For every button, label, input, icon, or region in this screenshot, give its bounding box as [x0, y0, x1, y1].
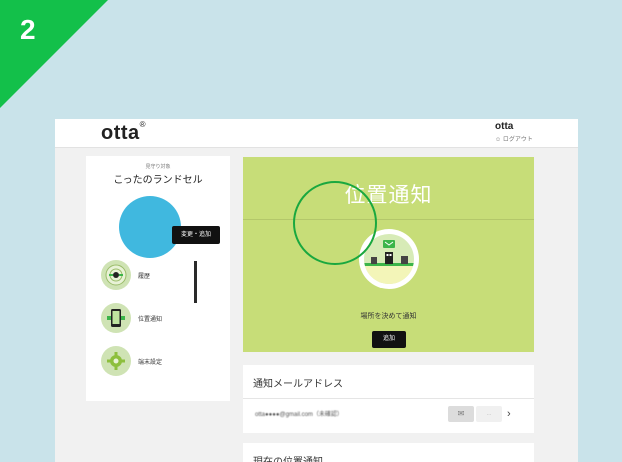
page-title: 位置通知: [344, 184, 433, 207]
logo-text: otta: [101, 122, 140, 144]
logout-link[interactable]: ☺ ログアウト: [495, 134, 533, 143]
sidebar-item-history[interactable]: 履歴: [86, 258, 230, 294]
add-notification-button[interactable]: 追加: [372, 331, 406, 348]
email-section-title: 通知メールアドレス: [253, 379, 343, 390]
highlight-ring: [293, 181, 377, 265]
step-number: 2: [20, 14, 36, 45]
edit-profile-button[interactable]: 変更・追加: [172, 226, 220, 244]
email-option-button[interactable]: …: [476, 406, 502, 422]
sidebar-item-label: 端末設定: [138, 360, 163, 366]
logo[interactable]: otta®: [101, 120, 147, 145]
current-section-title: 現在の位置通知: [253, 453, 323, 462]
user-icon: ☺: [495, 137, 502, 143]
sidebar-item-label: 位置通知: [138, 317, 163, 323]
card-description: 場所を決めて通知: [360, 313, 417, 320]
logout-label: ログアウト: [502, 137, 533, 143]
email-address: otta●●●●@gmail.com（未確認）: [255, 412, 343, 418]
phone-map-icon: [101, 303, 131, 333]
user-name: otta: [495, 121, 514, 132]
sidebar: 見守り対象 こったのランドセル 変更・追加 履歴 位置通知 端末設定: [86, 156, 230, 401]
app-window: otta® otta ☺ ログアウト 見守り対象 こったのランドセル 変更・追加…: [55, 119, 578, 462]
mail-icon: ✉: [457, 409, 465, 418]
profile-caption: 見守り対象: [145, 164, 171, 170]
active-indicator: [194, 261, 197, 303]
card-header: 位置通知: [243, 157, 534, 220]
chevron-right-icon[interactable]: ›: [507, 408, 511, 420]
gear-icon: [101, 346, 131, 376]
location-notify-card: 位置通知 場所を決めて通知 追加: [243, 157, 534, 352]
divider: [243, 398, 534, 399]
sidebar-item-label: 履歴: [138, 274, 151, 280]
email-card: 通知メールアドレス otta●●●●@gmail.com（未確認） ✉ … ›: [243, 365, 534, 433]
mail-button[interactable]: ✉: [448, 406, 474, 422]
sidebar-item-device-settings[interactable]: 端末設定: [86, 344, 230, 380]
profile-name: こったのランドセル: [113, 175, 203, 186]
step-corner-badge: [0, 0, 108, 108]
radar-icon: [101, 260, 131, 290]
registered-mark: ®: [139, 120, 147, 130]
header: otta® otta ☺ ログアウト: [55, 119, 578, 148]
sidebar-item-location-notify[interactable]: 位置通知: [86, 301, 230, 337]
current-notifications-card: 現在の位置通知: [243, 443, 534, 462]
